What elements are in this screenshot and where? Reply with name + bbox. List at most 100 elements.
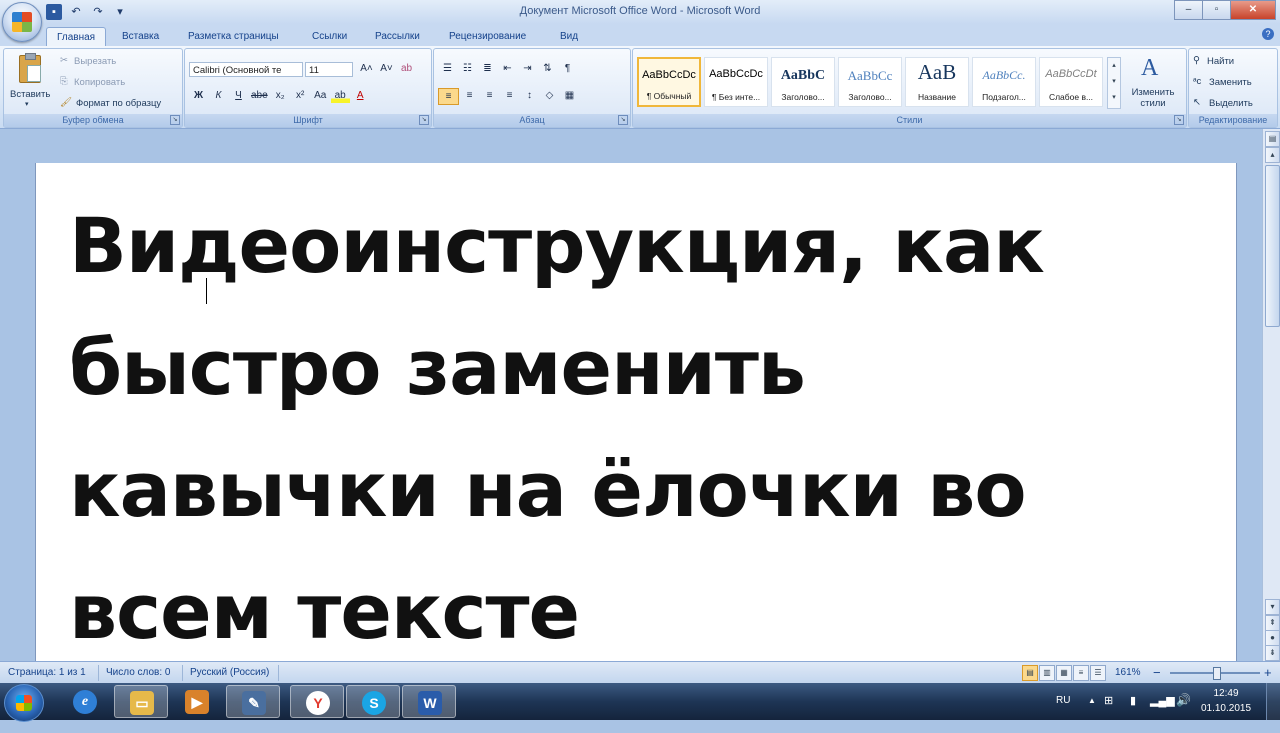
line-spacing-icon[interactable]: ↕ [520, 88, 539, 103]
taskbar-app[interactable]: ▶ [170, 685, 224, 718]
web-layout-icon[interactable]: ▦ [1056, 665, 1072, 681]
tab-page-layout[interactable]: Разметка страницы [178, 27, 289, 46]
scroll-up-icon[interactable]: ▴ [1265, 147, 1280, 163]
cut-label: Вырезать [74, 56, 117, 67]
next-page-icon[interactable]: ⇟ [1265, 645, 1280, 661]
font-size-combo[interactable]: 11 [305, 62, 353, 77]
change-styles-button[interactable]: A Изменить стили [1125, 53, 1181, 113]
numbering-icon[interactable]: ☷ [458, 61, 477, 76]
drawing-app-icon: ✎ [242, 691, 266, 715]
style-tile[interactable]: AaBbCcDc ¶ Без инте... [704, 57, 768, 107]
style-tile[interactable]: AaBbCcDc ¶ Обычный [637, 57, 701, 107]
clock[interactable]: 12:49 01.10.2015 [1196, 686, 1256, 716]
bullets-icon[interactable]: ☰ [438, 61, 457, 76]
style-tile[interactable]: AaBbCc Заголово... [838, 57, 902, 107]
clipboard-launcher-icon[interactable]: ↘ [170, 115, 180, 125]
select-button[interactable]: ↖ Выделить [1193, 97, 1273, 111]
tab-references[interactable]: Ссылки [302, 27, 357, 46]
replace-button[interactable]: ᵃc Заменить [1193, 76, 1273, 90]
close-button[interactable]: ✕ [1230, 0, 1276, 20]
document-text[interactable]: Видеоинструкция, как быстро заменить кав… [69, 185, 1169, 673]
decrease-indent-icon[interactable]: ⇤ [498, 61, 517, 76]
tray-expand-icon[interactable]: ▲ [1088, 696, 1096, 733]
tab-insert[interactable]: Вставка [112, 27, 169, 46]
subscript-button[interactable]: x₂ [271, 88, 290, 103]
style-tile[interactable]: AaBbCc. Подзагол... [972, 57, 1036, 107]
taskbar-app[interactable]: W [402, 685, 456, 718]
browse-object-icon[interactable]: ● [1265, 630, 1280, 646]
signal-icon[interactable]: ▂▄▆ [1150, 694, 1175, 731]
start-button[interactable] [4, 684, 44, 722]
tab-review[interactable]: Рецензирование [439, 27, 536, 46]
italic-button[interactable]: К [209, 88, 228, 103]
underline-button[interactable]: Ч [229, 88, 248, 103]
paragraph-launcher-icon[interactable]: ↘ [618, 115, 628, 125]
battery-icon[interactable]: ▮ [1130, 694, 1136, 731]
styles-scroll[interactable]: ▴ ▾ ▾ [1107, 57, 1121, 109]
style-tile[interactable]: AaBbCcDt Слабое в... [1039, 57, 1103, 107]
yandex-browser-icon: Y [306, 691, 330, 715]
font-launcher-icon[interactable]: ↘ [419, 115, 429, 125]
grow-font-button[interactable]: A˄ [357, 61, 376, 76]
zoom-out-button[interactable]: − [1153, 665, 1161, 680]
draft-view-icon[interactable]: ☰ [1090, 665, 1106, 681]
vertical-scrollbar[interactable]: ▤ ▴ ▾ ⇞ ● ⇟ [1262, 129, 1280, 661]
zoom-slider-thumb[interactable] [1213, 667, 1221, 680]
brush-icon: 🖌 [60, 97, 73, 108]
bold-button[interactable]: Ж [189, 88, 208, 103]
highlight-button[interactable]: ab [330, 88, 350, 103]
superscript-button[interactable]: x² [291, 88, 310, 103]
network-tray-icon[interactable]: ⊞ [1104, 694, 1113, 731]
clear-formatting-button[interactable]: ab [397, 61, 416, 76]
show-desktop-button[interactable] [1266, 683, 1280, 720]
language-indicator[interactable]: Русский (Россия) [190, 667, 269, 678]
full-screen-reading-icon[interactable]: ▥ [1039, 665, 1055, 681]
change-case-button[interactable]: Aa [311, 88, 330, 103]
styles-launcher-icon[interactable]: ↘ [1174, 115, 1184, 125]
previous-page-icon[interactable]: ⇞ [1265, 615, 1280, 631]
strikethrough-button[interactable]: abe [249, 88, 270, 103]
zoom-in-button[interactable]: + [1264, 665, 1272, 680]
taskbar-app[interactable]: S [346, 685, 400, 718]
find-button[interactable]: ⚲ Найти [1193, 55, 1273, 69]
font-name-combo[interactable]: Calibri (Основной те [189, 62, 303, 77]
shading-icon[interactable]: ◇ [540, 88, 559, 103]
style-tile[interactable]: AaB Название [905, 57, 969, 107]
outline-view-icon[interactable]: ≡ [1073, 665, 1089, 681]
page-count[interactable]: Страница: 1 из 1 [8, 667, 86, 678]
language-bar[interactable]: RU [1056, 695, 1070, 732]
sort-icon[interactable]: ⇅ [538, 61, 557, 76]
scroll-thumb[interactable] [1265, 165, 1280, 327]
maximize-button[interactable]: ▫ [1202, 0, 1231, 20]
taskbar-app[interactable]: e [58, 685, 112, 718]
tab-mailings[interactable]: Рассылки [365, 27, 430, 46]
taskbar-app[interactable]: ✎ [226, 685, 280, 718]
word-count[interactable]: Число слов: 0 [106, 667, 170, 678]
show-marks-button[interactable]: ¶ [558, 61, 577, 76]
justify-icon[interactable]: ≡ [500, 88, 519, 103]
zoom-level[interactable]: 161% [1115, 667, 1141, 678]
borders-icon[interactable]: ▦ [560, 88, 579, 103]
font-color-button[interactable]: A [351, 88, 370, 103]
taskbar-app[interactable]: ▭ [114, 685, 168, 718]
taskbar-app[interactable]: Y [290, 685, 344, 718]
align-right-icon[interactable]: ≡ [480, 88, 499, 103]
multilevel-list-icon[interactable]: ≣ [478, 61, 497, 76]
minimize-button[interactable]: – [1174, 0, 1203, 20]
volume-icon[interactable]: 🔊 [1176, 693, 1191, 730]
tab-home[interactable]: Главная [46, 27, 107, 47]
ruler-toggle-icon[interactable]: ▤ [1265, 131, 1280, 147]
paste-button[interactable]: Вставить ▾ [8, 53, 52, 111]
help-icon[interactable]: ? [1262, 28, 1274, 40]
align-center-icon[interactable]: ≡ [460, 88, 479, 103]
document-line: всем тексте [69, 567, 580, 656]
print-layout-icon[interactable]: ▤ [1022, 665, 1038, 681]
align-left-icon[interactable]: ≡ [438, 88, 459, 105]
tab-view[interactable]: Вид [550, 27, 588, 46]
office-button[interactable] [2, 2, 42, 42]
shrink-font-button[interactable]: A˅ [377, 61, 396, 76]
document-page[interactable]: Видеоинструкция, как быстро заменить кав… [35, 163, 1237, 683]
scroll-down-icon[interactable]: ▾ [1265, 599, 1280, 615]
style-tile[interactable]: AaBbC Заголово... [771, 57, 835, 107]
increase-indent-icon[interactable]: ⇥ [518, 61, 537, 76]
